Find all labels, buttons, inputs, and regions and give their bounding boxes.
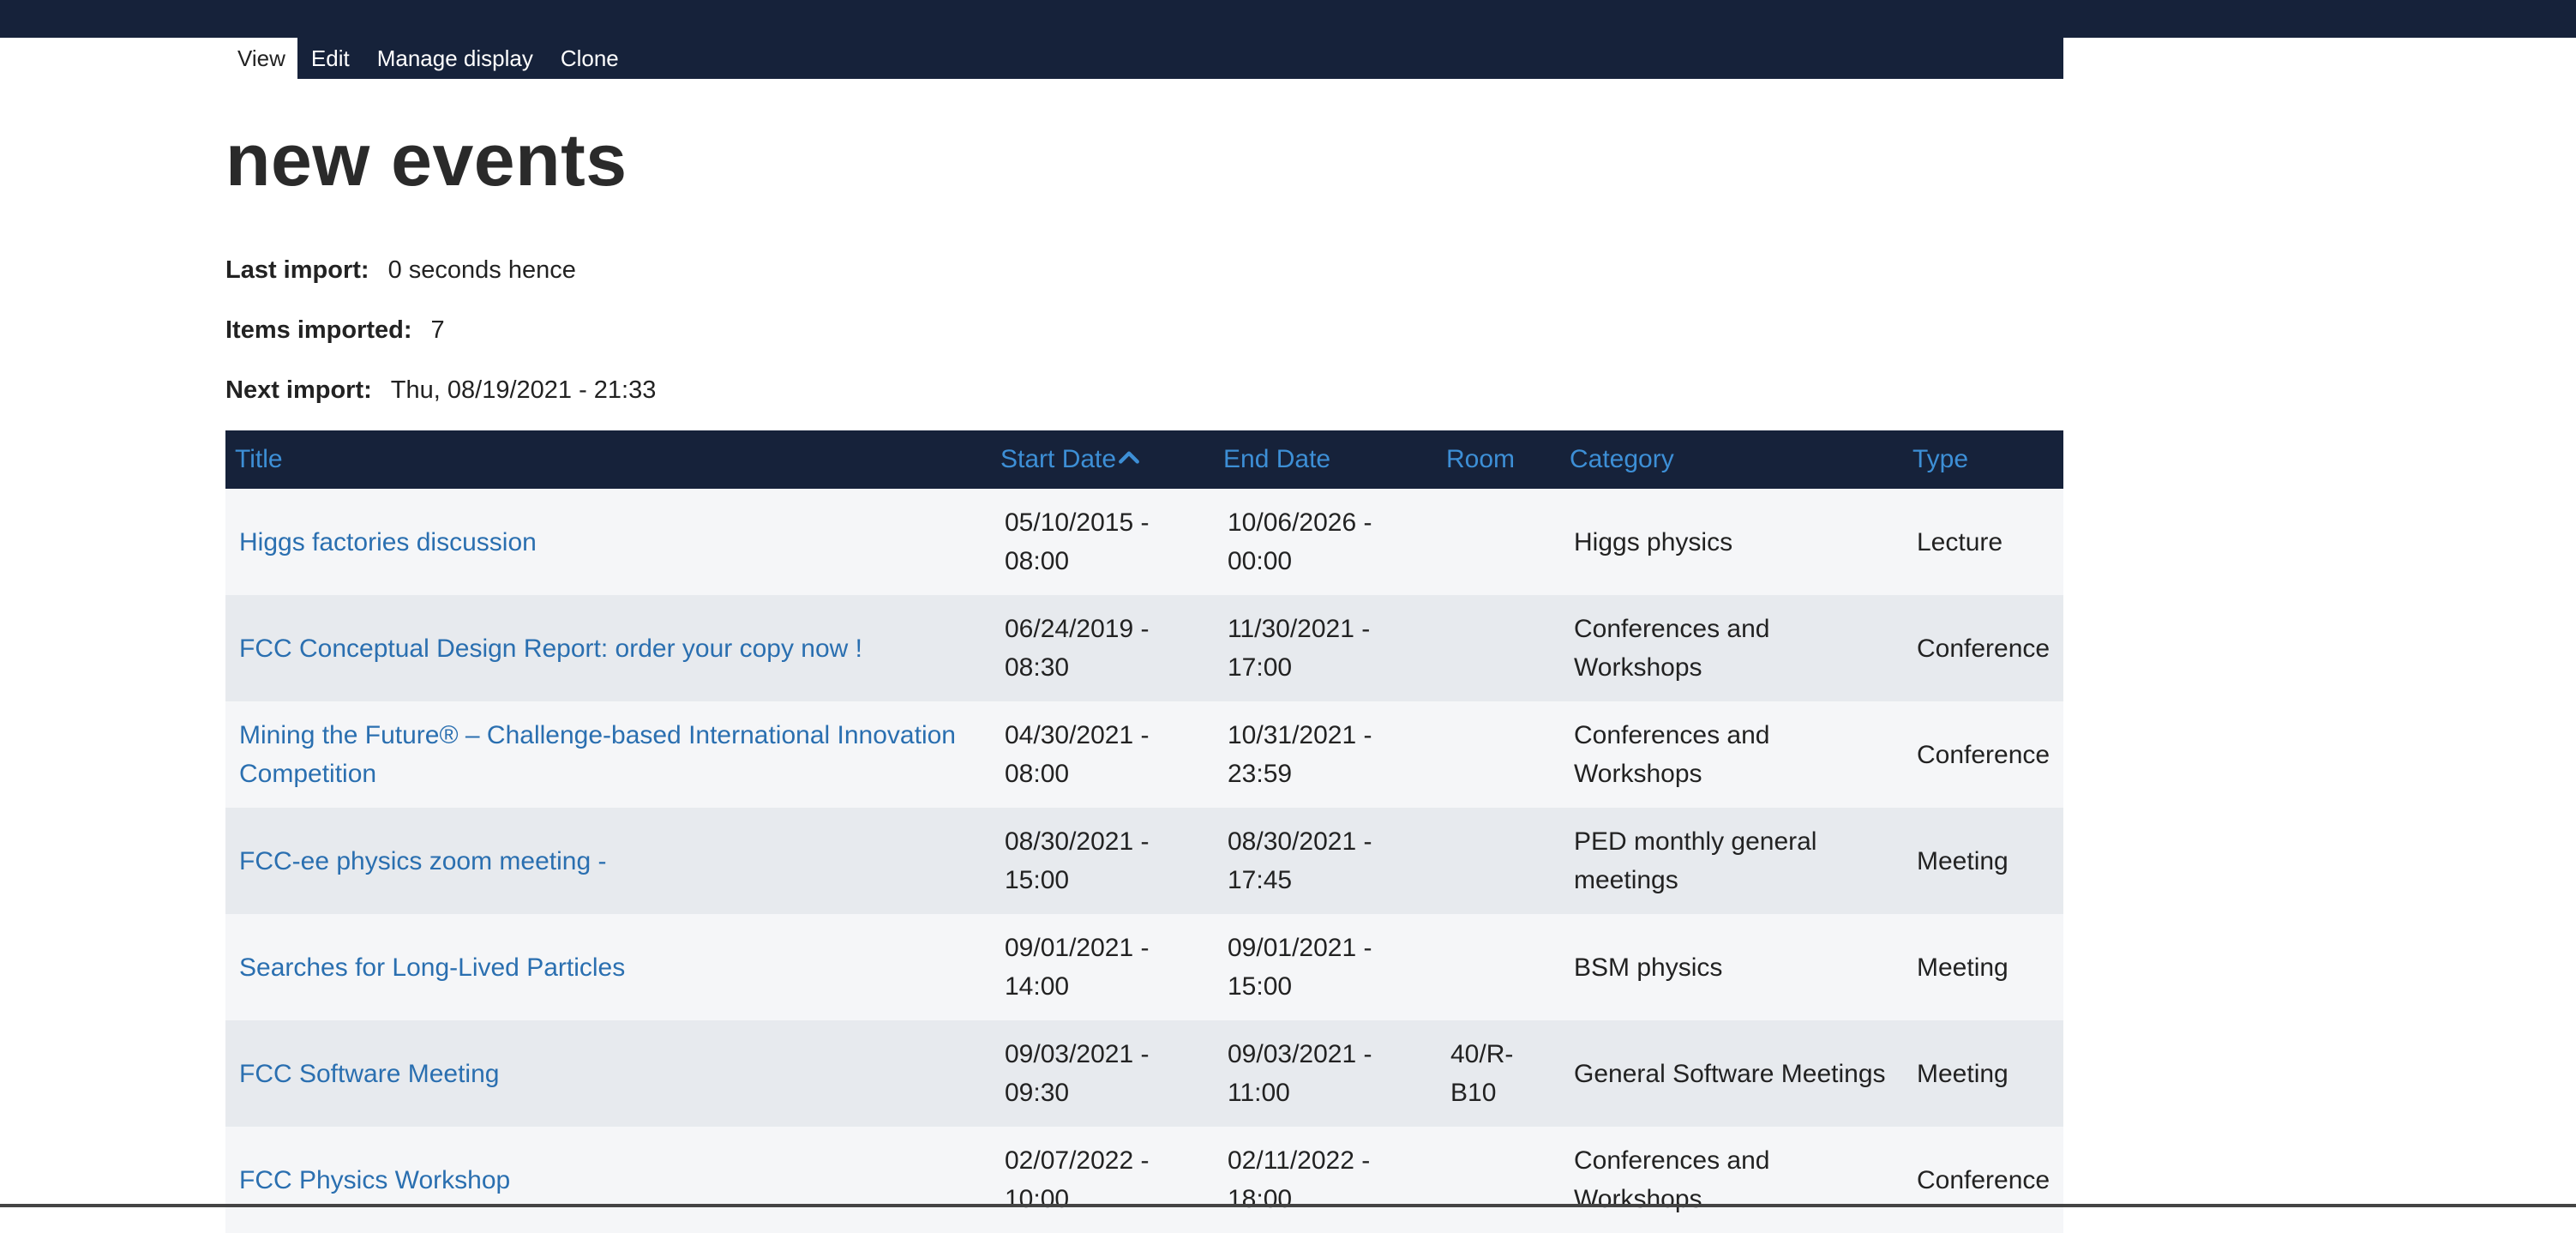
room-cell: 40/R-B10 <box>1437 1020 1560 1127</box>
room-cell <box>1437 595 1560 701</box>
column-header-title[interactable]: Title <box>225 430 991 489</box>
table-row: FCC-ee physics zoom meeting - 08/30/2021… <box>225 808 2063 914</box>
table-row: FCC Physics Workshop 02/07/2022 - 10:00 … <box>225 1127 2063 1233</box>
event-title-link[interactable]: Searches for Long-Lived Particles <box>239 953 625 982</box>
page-title: new events <box>225 119 627 201</box>
category-cell: Conferences and Workshops <box>1560 1127 1903 1233</box>
type-cell: Conference <box>1903 701 2063 808</box>
room-cell <box>1437 489 1560 595</box>
window-bottom-edge <box>0 1204 2576 1207</box>
end-date-cell: 09/03/2021 - 11:00 <box>1214 1020 1437 1127</box>
type-cell: Meeting <box>1903 808 2063 914</box>
event-title-link[interactable]: Mining the Future® – Challenge-based Int… <box>239 721 956 788</box>
end-date-cell: 09/01/2021 - 15:00 <box>1214 914 1437 1020</box>
tab-edit[interactable]: Edit <box>297 38 363 79</box>
local-tasks-tabs: View Edit Manage display Clone <box>225 38 2063 79</box>
top-toolbar <box>0 0 2576 38</box>
start-date-cell: 06/24/2019 - 08:30 <box>991 595 1214 701</box>
last-import-field: Last import: 0 seconds hence <box>225 253 576 287</box>
start-date-cell: 09/01/2021 - 14:00 <box>991 914 1214 1020</box>
table-row: Higgs factories discussion 05/10/2015 - … <box>225 489 2063 595</box>
type-cell: Conference <box>1903 595 2063 701</box>
tab-view[interactable]: View <box>225 38 297 79</box>
tab-manage-display[interactable]: Manage display <box>363 38 547 79</box>
items-imported-label: Items imported: <box>225 316 412 344</box>
column-header-category[interactable]: Category <box>1560 430 1903 489</box>
table-header-row: Title Start Date End Date Room Category … <box>225 430 2063 489</box>
items-imported-field: Items imported: 7 <box>225 313 445 347</box>
end-date-cell: 02/11/2022 - 18:00 <box>1214 1127 1437 1233</box>
category-cell: Conferences and Workshops <box>1560 595 1903 701</box>
end-date-cell: 08/30/2021 - 17:45 <box>1214 808 1437 914</box>
last-import-label: Last import: <box>225 256 369 284</box>
room-cell <box>1437 1127 1560 1233</box>
table-row: Mining the Future® – Challenge-based Int… <box>225 701 2063 808</box>
table-row: FCC Conceptual Design Report: order your… <box>225 595 2063 701</box>
end-date-cell: 11/30/2021 - 17:00 <box>1214 595 1437 701</box>
type-cell: Meeting <box>1903 1020 2063 1127</box>
start-date-cell: 04/30/2021 - 08:00 <box>991 701 1214 808</box>
room-cell <box>1437 808 1560 914</box>
start-date-cell: 02/07/2022 - 10:00 <box>991 1127 1214 1233</box>
room-cell <box>1437 701 1560 808</box>
table-row: FCC Software Meeting 09/03/2021 - 09:30 … <box>225 1020 2063 1127</box>
type-cell: Meeting <box>1903 914 2063 1020</box>
next-import-value: Thu, 08/19/2021 - 21:33 <box>390 376 657 404</box>
start-date-cell: 05/10/2015 - 08:00 <box>991 489 1214 595</box>
type-cell: Conference <box>1903 1127 2063 1233</box>
column-header-start-date[interactable]: Start Date <box>991 430 1214 489</box>
category-cell: PED monthly general meetings <box>1560 808 1903 914</box>
event-title-link[interactable]: FCC Conceptual Design Report: order your… <box>239 635 862 663</box>
end-date-cell: 10/31/2021 - 23:59 <box>1214 701 1437 808</box>
column-header-end-date[interactable]: End Date <box>1214 430 1437 489</box>
tab-clone[interactable]: Clone <box>547 38 633 79</box>
column-header-type[interactable]: Type <box>1903 430 2063 489</box>
category-cell: Higgs physics <box>1560 489 1903 595</box>
next-import-label: Next import: <box>225 376 372 404</box>
event-title-link[interactable]: FCC-ee physics zoom meeting - <box>239 847 606 875</box>
next-import-field: Next import: Thu, 08/19/2021 - 21:33 <box>225 373 656 407</box>
category-cell: BSM physics <box>1560 914 1903 1020</box>
event-title-link[interactable]: Higgs factories discussion <box>239 528 537 556</box>
category-cell: Conferences and Workshops <box>1560 701 1903 808</box>
events-table: Title Start Date End Date Room Category … <box>225 430 2063 1233</box>
chevron-up-icon[interactable] <box>1118 446 1140 468</box>
start-date-cell: 09/03/2021 - 09:30 <box>991 1020 1214 1127</box>
event-title-link[interactable]: FCC Software Meeting <box>239 1060 499 1088</box>
room-cell <box>1437 914 1560 1020</box>
end-date-cell: 10/06/2026 - 00:00 <box>1214 489 1437 595</box>
category-cell: General Software Meetings <box>1560 1020 1903 1127</box>
event-title-link[interactable]: FCC Physics Workshop <box>239 1166 510 1194</box>
items-imported-value: 7 <box>430 316 445 344</box>
type-cell: Lecture <box>1903 489 2063 595</box>
last-import-value: 0 seconds hence <box>387 256 576 284</box>
column-header-room[interactable]: Room <box>1437 430 1560 489</box>
start-date-cell: 08/30/2021 - 15:00 <box>991 808 1214 914</box>
table-row: Searches for Long-Lived Particles 09/01/… <box>225 914 2063 1020</box>
